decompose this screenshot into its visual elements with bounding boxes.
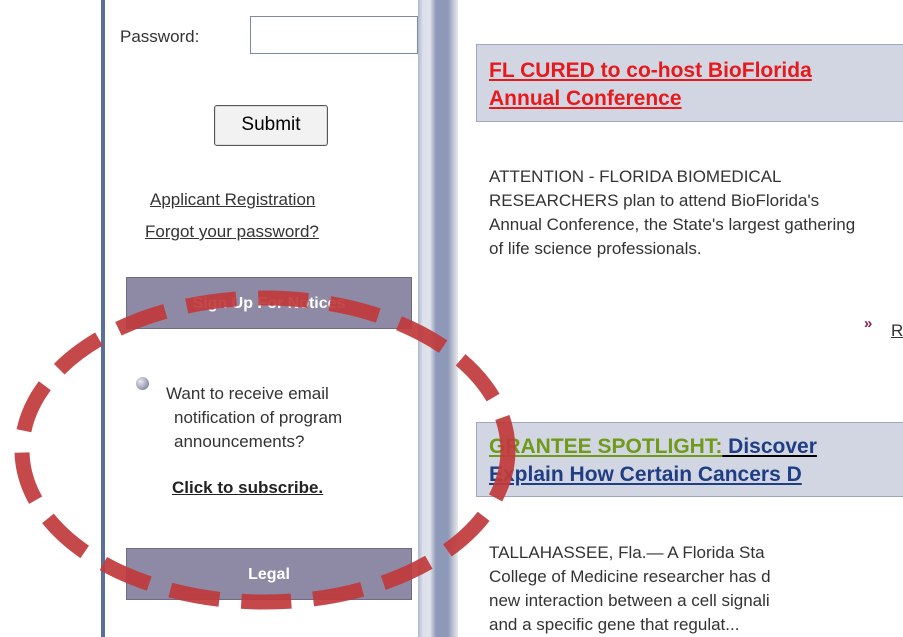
subscribe-link[interactable]: Click to subscribe. <box>172 478 323 498</box>
article-1-body-line: of life science professionals. <box>489 239 702 258</box>
article-2-headline-line2[interactable]: Explain How Certain Cancers D <box>489 463 802 487</box>
legal-header[interactable]: Legal <box>126 548 412 600</box>
more-arrow-icon: » <box>864 315 873 332</box>
column-divider <box>418 0 458 637</box>
submit-button[interactable]: Submit <box>214 105 328 146</box>
notification-line: notification of program <box>174 408 343 427</box>
signup-notices-header: Sign Up For Notices <box>126 277 412 329</box>
article-1-body-line: RESEARCHERS plan to attend BioFlorida's <box>489 191 820 210</box>
spotlight-label: GRANTEE SPOTLIGHT: <box>489 435 723 458</box>
notification-line: Want to receive email <box>166 384 329 403</box>
article-1-body-line: Annual Conference, the State's largest g… <box>489 215 856 234</box>
article-2-body-line: and a specific gene that regulat... <box>489 615 740 634</box>
article-2-headline[interactable]: GRANTEE SPOTLIGHT: Discover <box>489 435 817 459</box>
bullet-icon <box>136 377 149 390</box>
read-more-link[interactable]: R <box>891 321 903 341</box>
notification-text: Want to receive email notification of pr… <box>166 382 342 454</box>
forgot-password-link[interactable]: Forgot your password? <box>145 222 319 242</box>
article-2-body-line: new interaction between a cell signali <box>489 591 770 610</box>
article-1-headline-line2[interactable]: Annual Conference <box>489 87 682 111</box>
article-1-body-line: ATTENTION - FLORIDA BIOMEDICAL <box>489 167 782 186</box>
applicant-registration-link[interactable]: Applicant Registration <box>150 190 315 210</box>
notification-line: announcements? <box>174 432 305 451</box>
article-1-headline[interactable]: FL CURED to co-host BioFlorida <box>489 59 812 83</box>
article-1-body: ATTENTION - FLORIDA BIOMEDICAL RESEARCHE… <box>489 165 855 261</box>
article-2-body-line: College of Medicine researcher has d <box>489 567 771 586</box>
article-2-body-line: TALLAHASSEE, Fla.— A Florida Sta <box>489 543 765 562</box>
password-label: Password: <box>120 27 200 46</box>
article-2-headline-text: Discover <box>722 435 817 458</box>
article-2-body: TALLAHASSEE, Fla.— A Florida Sta College… <box>489 541 771 637</box>
password-field[interactable] <box>250 16 418 54</box>
page: Password: Submit Applicant Registration … <box>0 0 903 637</box>
